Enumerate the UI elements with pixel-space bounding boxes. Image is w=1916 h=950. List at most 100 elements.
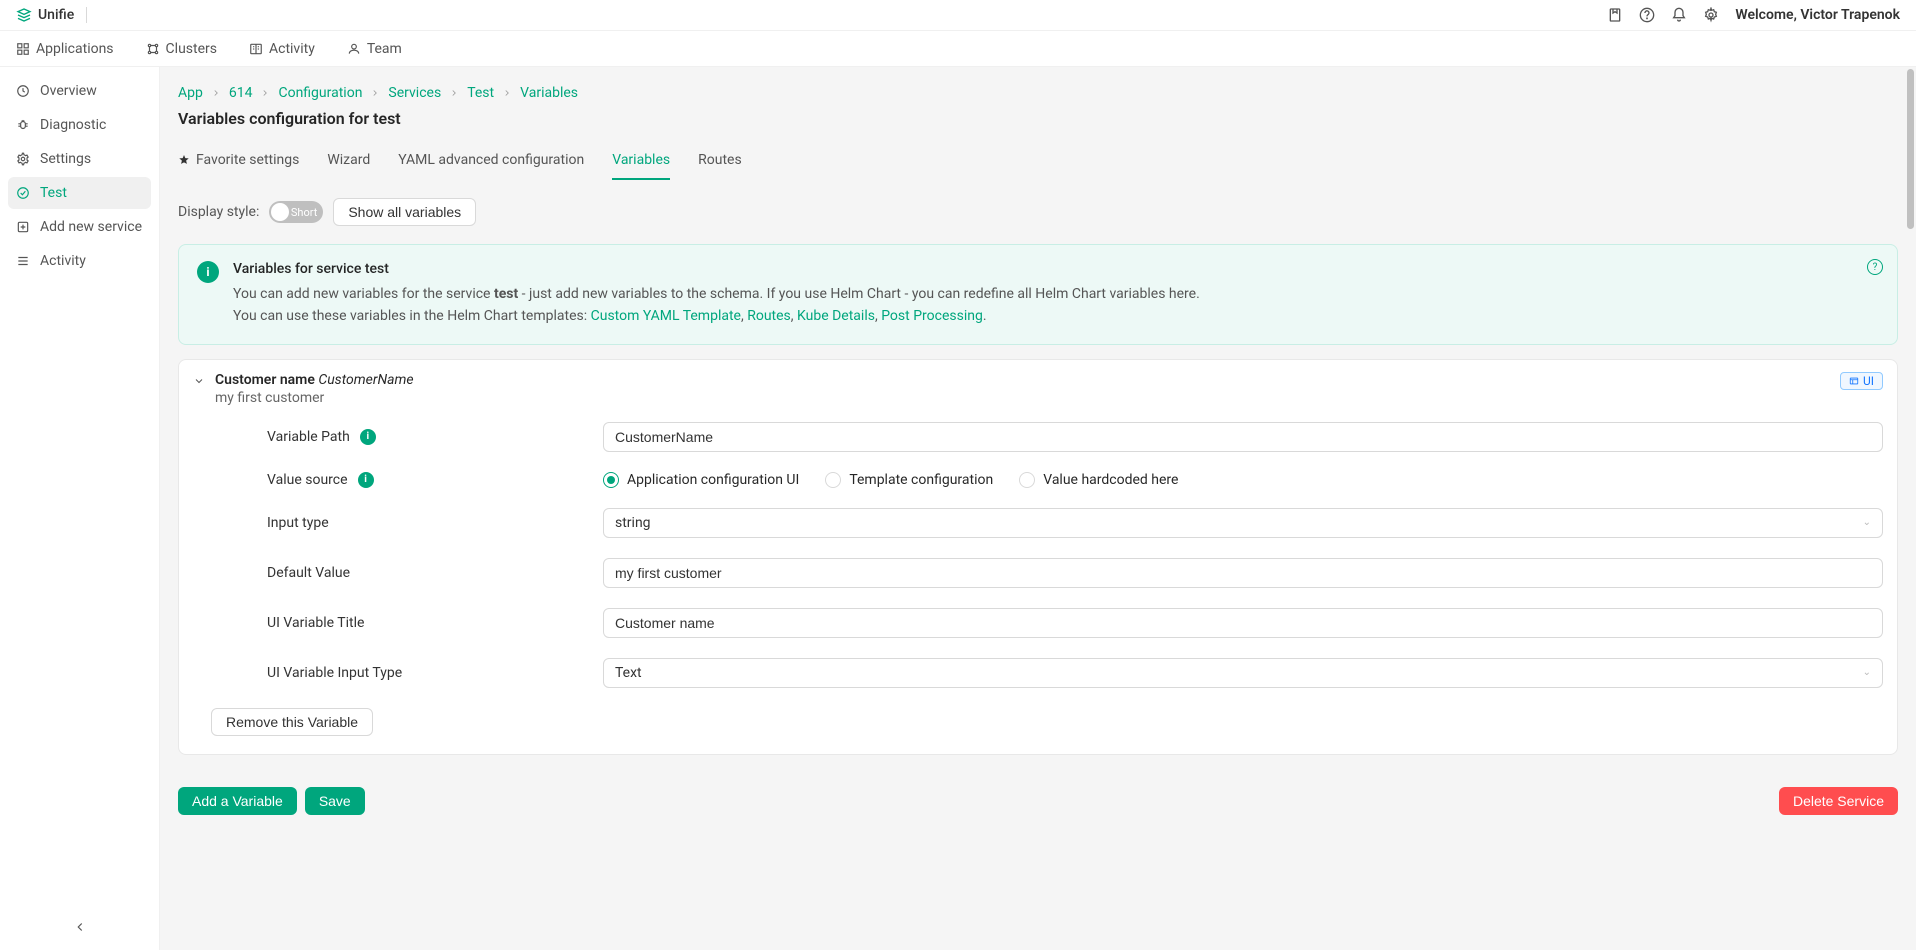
book-icon: [249, 42, 263, 56]
chevron-right-icon: [449, 88, 459, 98]
ui-input-type-select[interactable]: Text ⌄: [603, 658, 1883, 688]
radio-indicator: [603, 472, 619, 488]
header: Unifie Welcome, Victor Trapenok: [0, 0, 1916, 31]
label-input-type: Input type: [267, 515, 603, 531]
input-type-select[interactable]: string ⌄: [603, 508, 1883, 538]
alert-link-kube[interactable]: Kube Details: [797, 308, 875, 324]
sidebar-item-settings[interactable]: Settings: [8, 143, 151, 175]
bookmark-icon[interactable]: [1607, 7, 1623, 23]
scrollbar[interactable]: [1907, 69, 1914, 229]
radio-label: Template configuration: [849, 472, 993, 488]
page-title: Variables configuration for test: [178, 109, 1898, 128]
topnav: Applications Clusters Activity Team: [0, 31, 1916, 67]
save-button[interactable]: Save: [305, 787, 365, 815]
alert-link-routes[interactable]: Routes: [747, 308, 791, 324]
tab-variables[interactable]: Variables: [612, 142, 670, 180]
controls-row: Display style: Short Show all variables: [178, 198, 1898, 226]
row-default-value: Default Value: [193, 558, 1883, 588]
add-variable-button[interactable]: Add a Variable: [178, 787, 297, 815]
remove-wrapper: Remove this Variable: [193, 708, 1883, 736]
alert-help-icon[interactable]: ?: [1867, 259, 1883, 275]
show-all-button[interactable]: Show all variables: [333, 198, 476, 226]
topnav-team[interactable]: Team: [347, 41, 402, 57]
radio-template-config[interactable]: Template configuration: [825, 472, 993, 488]
welcome-text[interactable]: Welcome, Victor Trapenok: [1735, 7, 1900, 23]
label-default-value: Default Value: [267, 565, 603, 581]
panel-title-text: Customer name: [215, 372, 315, 388]
panel-title-block: Customer name CustomerName my first cust…: [215, 372, 1840, 406]
crumb-614[interactable]: 614: [229, 85, 253, 101]
plus-square-icon: [16, 220, 30, 234]
sidebar-item-activity[interactable]: Activity: [8, 245, 151, 277]
check-circle-icon: [16, 186, 30, 200]
radio-app-config-ui[interactable]: Application configuration UI: [603, 472, 799, 488]
display-style-label: Display style:: [178, 204, 259, 220]
crumb-test[interactable]: Test: [467, 85, 494, 101]
topnav-label: Applications: [36, 41, 114, 57]
logo[interactable]: Unifie: [16, 7, 74, 23]
sidebar-item-label: Diagnostic: [40, 117, 106, 133]
info-icon[interactable]: i: [358, 472, 374, 488]
control-variable-path: [603, 422, 1883, 452]
chevron-left-icon: [73, 920, 87, 934]
tab-label: Routes: [698, 152, 742, 168]
control-input-type: string ⌄: [603, 508, 1883, 538]
radio-indicator: [1019, 472, 1035, 488]
crumb-services[interactable]: Services: [388, 85, 441, 101]
header-left: Unifie: [16, 7, 91, 23]
main: App 614 Configuration Services Test Vari…: [160, 67, 1916, 950]
sidebar-item-diagnostic[interactable]: Diagnostic: [8, 109, 151, 141]
alert-line1-pre: You can add new variables for the servic…: [233, 286, 494, 302]
alert-body: Variables for service test You can add n…: [233, 261, 1879, 328]
sidebar-item-test[interactable]: Test: [8, 177, 151, 209]
sidebar-item-label: Test: [40, 185, 67, 201]
sidebar-item-add-service[interactable]: Add new service: [8, 211, 151, 243]
help-icon[interactable]: [1639, 7, 1655, 23]
gear-icon[interactable]: [1703, 7, 1719, 23]
control-ui-title: [603, 608, 1883, 638]
default-value-input[interactable]: [603, 558, 1883, 588]
display-style-toggle[interactable]: Short: [269, 201, 323, 223]
dashboard-icon: [16, 84, 30, 98]
ui-title-input[interactable]: [603, 608, 1883, 638]
tab-yaml[interactable]: YAML advanced configuration: [398, 142, 584, 180]
tab-routes[interactable]: Routes: [698, 142, 742, 180]
sidebar-item-overview[interactable]: Overview: [8, 75, 151, 107]
crumb-configuration[interactable]: Configuration: [278, 85, 362, 101]
topnav-clusters[interactable]: Clusters: [146, 41, 217, 57]
info-icon[interactable]: i: [360, 429, 376, 445]
topnav-label: Team: [367, 41, 402, 57]
panel-header[interactable]: Customer name CustomerName my first cust…: [193, 372, 1883, 406]
remove-variable-button[interactable]: Remove this Variable: [211, 708, 373, 736]
control-default-value: [603, 558, 1883, 588]
bell-icon[interactable]: [1671, 7, 1687, 23]
tab-wizard[interactable]: Wizard: [327, 142, 370, 180]
footer-actions: Add a Variable Save Delete Service: [160, 773, 1916, 833]
chevron-right-icon: [502, 88, 512, 98]
topnav-activity[interactable]: Activity: [249, 41, 315, 57]
control-ui-input-type: Text ⌄: [603, 658, 1883, 688]
sidebar-collapse[interactable]: [73, 920, 87, 938]
radio-hardcoded[interactable]: Value hardcoded here: [1019, 472, 1178, 488]
chevron-right-icon: [260, 88, 270, 98]
header-right: Welcome, Victor Trapenok: [1607, 7, 1900, 23]
chevron-right-icon: [370, 88, 380, 98]
crumb-variables[interactable]: Variables: [520, 85, 578, 101]
delete-service-button[interactable]: Delete Service: [1779, 787, 1898, 815]
topnav-applications[interactable]: Applications: [16, 41, 114, 57]
crumb-app[interactable]: App: [178, 85, 203, 101]
alert-link-post[interactable]: Post Processing: [881, 308, 983, 324]
alert-text: You can add new variables for the servic…: [233, 283, 1879, 328]
row-variable-path: Variable Path i: [193, 422, 1883, 452]
gear-icon: [16, 152, 30, 166]
tab-favorite[interactable]: Favorite settings: [178, 142, 299, 180]
sidebar-items: Overview Diagnostic Settings Test Add ne…: [0, 67, 159, 950]
chevron-down-icon: [193, 375, 205, 387]
alert-link-yaml[interactable]: Custom YAML Template: [591, 308, 741, 324]
panel-title: Customer name CustomerName: [215, 372, 1840, 388]
label-value-source: Value source i: [267, 472, 603, 488]
brand-name: Unifie: [38, 7, 74, 23]
variable-path-input[interactable]: [603, 422, 1883, 452]
alert-line1-bold: test: [494, 286, 518, 302]
bug-icon: [16, 118, 30, 132]
